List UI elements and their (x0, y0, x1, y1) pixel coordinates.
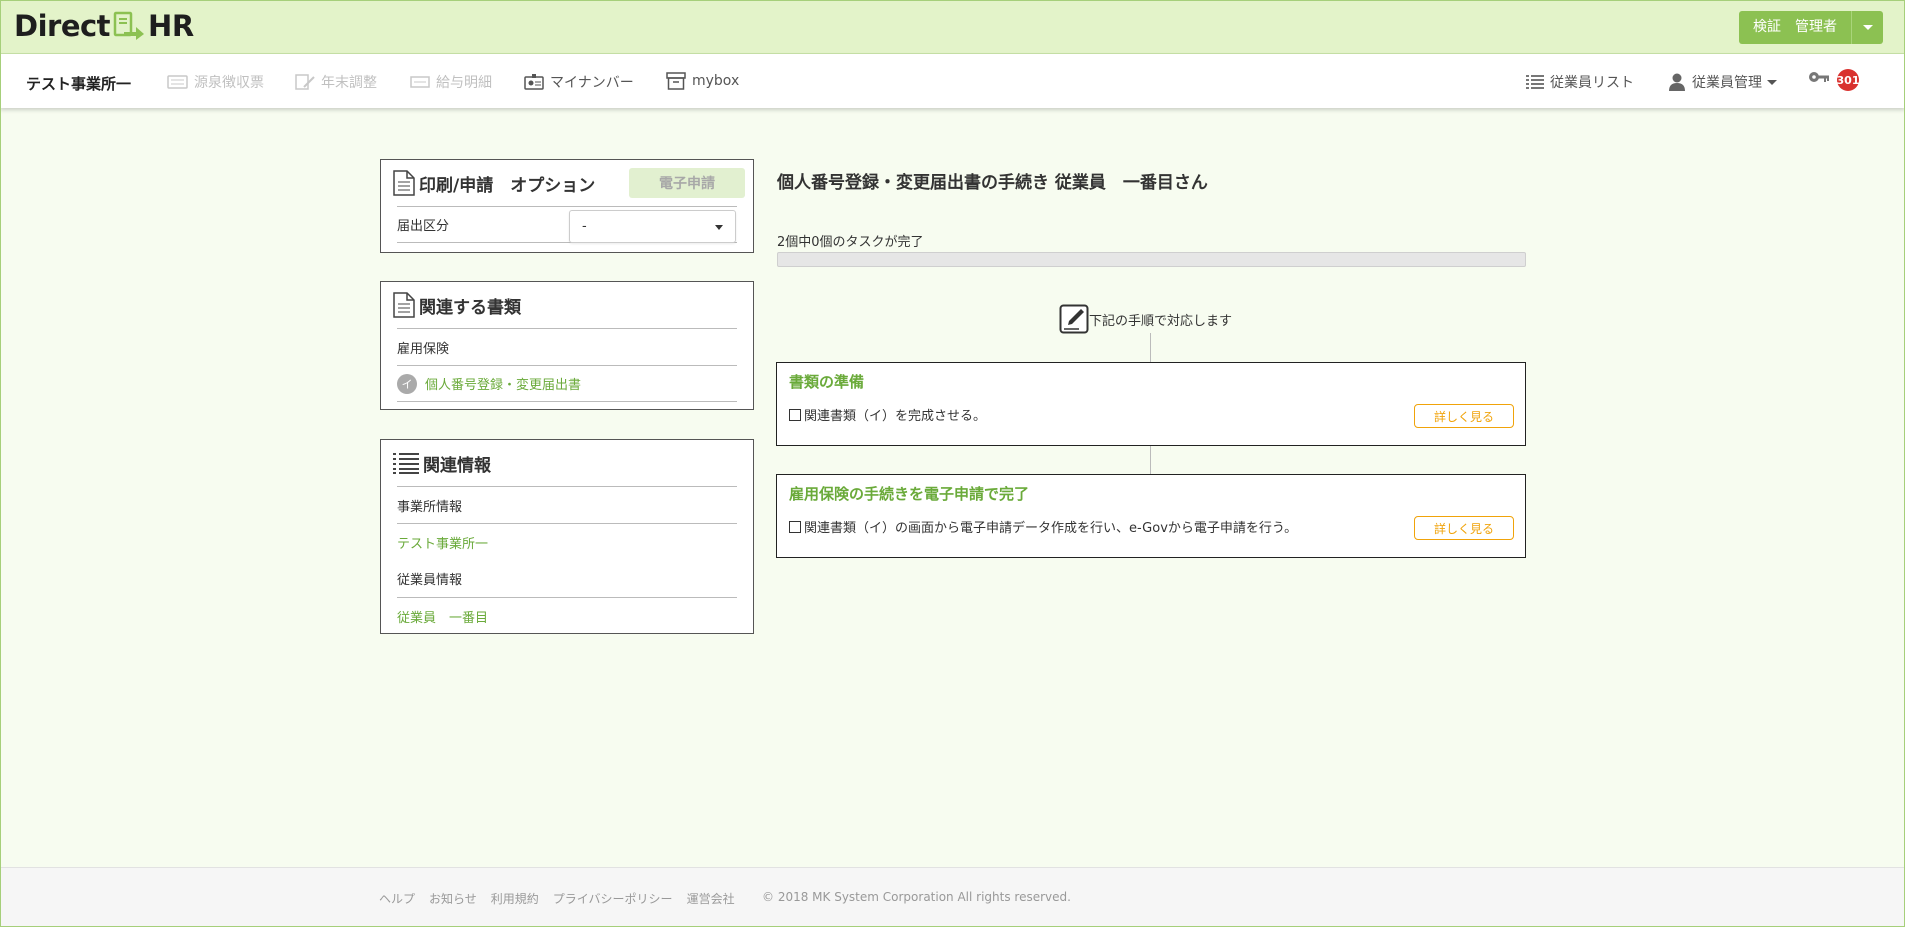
office-info-label: 事業所情報 (397, 499, 463, 515)
task-desc-text: 関連書類（イ）を完成させる。 (804, 409, 987, 424)
progress-label: 2個中0個のタスクが完了 (777, 235, 924, 250)
panel-title: 関連する書類 (419, 297, 521, 318)
footer: ヘルプ お知らせ 利用規約 プライバシーポリシー 運営会社 © 2018 MK … (0, 867, 1905, 927)
list-icon (393, 453, 419, 474)
user-name-label[interactable]: 検証 管理者 (1739, 11, 1851, 44)
office-name[interactable]: テスト事業所一 (26, 73, 131, 94)
document-icon (393, 170, 415, 196)
logo-text-right: HR (148, 9, 194, 43)
nav-employee-list[interactable]: 従業員リスト (1526, 72, 1634, 92)
panel-title: 印刷/申請 オプション (419, 175, 596, 196)
user-menu-button[interactable]: 検証 管理者 (1739, 11, 1883, 44)
footer-link-news[interactable]: お知らせ (429, 890, 477, 907)
panel-header: 関連情報 (381, 440, 753, 486)
nav-item-label: マイナンバー (550, 75, 634, 91)
filing-type-select[interactable]: - (569, 210, 736, 243)
key-icon (1809, 72, 1829, 82)
nav-key-button[interactable] (1808, 70, 1836, 88)
task-checkbox[interactable] (789, 408, 801, 421)
nav-item-mynumber[interactable]: マイナンバー (524, 72, 634, 92)
user-icon (1669, 73, 1685, 91)
footer-link-help[interactable]: ヘルプ (379, 890, 415, 907)
nav-item-mybox[interactable]: mybox (666, 72, 739, 90)
document-icon (393, 292, 415, 318)
task-desc-text: 関連書類（イ）の画面から電子申請データ作成を行い、e-Govから電子申請を行う。 (804, 521, 1298, 536)
nav-item-label: 給与明細 (436, 75, 492, 91)
brand-bar: Direct HR 検証 管理者 (0, 0, 1905, 54)
nav-employee-manage-label: 従業員管理 (1692, 75, 1762, 91)
employee-link[interactable]: 従業員 一番目 (397, 607, 488, 626)
window-frame (0, 0, 1905, 927)
logo-text-left: Direct (14, 9, 111, 43)
archive-box-icon (666, 72, 686, 90)
panel-header: 関連する書類 (381, 282, 753, 328)
edit-doc-icon (295, 74, 315, 90)
office-link[interactable]: テスト事業所一 (397, 533, 488, 552)
office-link-row[interactable]: テスト事業所一 (397, 523, 737, 560)
footer-links: ヘルプ お知らせ 利用規約 プライバシーポリシー 運営会社 (379, 890, 749, 907)
list-icon (1526, 75, 1544, 89)
footer-link-company[interactable]: 運営会社 (687, 890, 735, 907)
task-checkbox[interactable] (789, 520, 801, 533)
nav-item-withholding: 源泉徴収票 (167, 72, 264, 92)
pencil-note-icon (1059, 304, 1089, 334)
filing-type-value: - (582, 219, 587, 234)
logo[interactable]: Direct HR (14, 9, 194, 43)
related-docs-panel: 関連する書類 雇用保険 イ 個人番号登録・変更届出書 (380, 281, 754, 410)
doc-section-label: 雇用保険 (397, 341, 450, 357)
nav-employee-list-label: 従業員リスト (1550, 75, 1634, 91)
print-options-panel: 印刷/申請 オプション 電子申請 届出区分 - (380, 159, 754, 253)
office-info-row: 事業所情報 (397, 486, 737, 523)
step-connector (1150, 333, 1151, 363)
caret-down-icon (1767, 79, 1777, 85)
detail-button[interactable]: 詳しく見る (1414, 404, 1514, 428)
caret-down-icon (715, 225, 723, 230)
task-card: 雇用保険の手続きを電子申請で完了 関連書類（イ）の画面から電子申請データ作成を行… (776, 474, 1526, 558)
nav-item-year-end: 年末調整 (295, 72, 377, 92)
footer-link-privacy[interactable]: プライバシーポリシー (553, 890, 673, 907)
notification-badge[interactable]: 301 (1837, 69, 1859, 91)
doc-letter-badge: イ (397, 373, 417, 394)
employee-link-row[interactable]: 従業員 一番目 (397, 597, 737, 634)
task-title: 書類の準備 (789, 373, 865, 391)
user-menu-caret[interactable] (1851, 11, 1883, 44)
task-desc: 関連書類（イ）を完成させる。 (789, 405, 986, 424)
keyboard-icon (167, 75, 188, 89)
nav-bar: テスト事業所一 源泉徴収票 年末調整 給与明細 マイナンバー mybox 従業員… (0, 54, 1905, 108)
doc-link[interactable]: 個人番号登録・変更届出書 (425, 374, 581, 393)
detail-button[interactable]: 詳しく見る (1414, 516, 1514, 540)
payslip-icon (410, 76, 430, 88)
step-connector (1150, 446, 1151, 474)
task-desc: 関連書類（イ）の画面から電子申請データ作成を行い、e-Govから電子申請を行う。 (789, 517, 1297, 536)
nav-employee-manage[interactable]: 従業員管理 (1668, 72, 1777, 92)
steps-header: 下記の手順で対応します (1059, 304, 1232, 334)
task-card: 書類の準備 関連書類（イ）を完成させる。 詳しく見る (776, 362, 1526, 446)
employee-info-label: 従業員情報 (397, 573, 463, 588)
copyright: © 2018 MK System Corporation All rights … (762, 890, 1071, 904)
task-title: 雇用保険の手続きを電子申請で完了 (789, 485, 1030, 503)
page-title: 個人番号登録・変更届出書の手続き 従業員 一番目さん (777, 173, 1208, 193)
panel-title: 関連情報 (423, 455, 491, 476)
nav-item-label: 年末調整 (321, 75, 377, 91)
employee-info-row: 従業員情報 (397, 560, 737, 597)
steps-header-label: 下記の手順で対応します (1089, 313, 1233, 329)
doc-link-row[interactable]: イ 個人番号登録・変更届出書 (397, 365, 737, 402)
doc-section-row: 雇用保険 (397, 328, 737, 365)
footer-link-terms[interactable]: 利用規約 (491, 890, 539, 907)
nav-item-label: 源泉徴収票 (194, 75, 264, 91)
related-info-panel: 関連情報 事業所情報 テスト事業所一 従業員情報 従業員 一番目 (380, 439, 754, 634)
caret-down-icon (1862, 25, 1873, 30)
nav-item-label: mybox (692, 73, 740, 89)
id-card-icon (524, 74, 544, 90)
e-apply-button[interactable]: 電子申請 (629, 168, 745, 198)
progress-bar (777, 252, 1526, 267)
logo-doc-icon (113, 11, 145, 40)
nav-item-payslip: 給与明細 (410, 72, 492, 92)
filing-type-label: 届出区分 (397, 219, 450, 234)
